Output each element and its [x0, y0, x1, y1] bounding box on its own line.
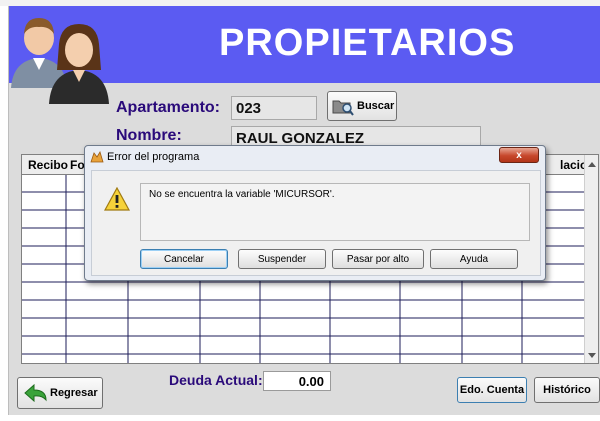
dialog-body: No se encuentra la variable 'MICURSOR'. … [91, 170, 541, 276]
column-header-fo: Fo [70, 158, 85, 172]
regresar-label: Regresar [50, 387, 98, 399]
buscar-label: Buscar [357, 100, 395, 112]
error-message: No se encuentra la variable 'MICURSOR'. [140, 183, 530, 241]
header-banner: PROPIETARIOS [9, 6, 600, 104]
ayuda-button[interactable]: Ayuda [430, 249, 518, 269]
page-title: PROPIETARIOS [219, 22, 516, 64]
back-arrow-icon [24, 384, 47, 402]
search-folder-icon [332, 100, 354, 116]
warning-icon [104, 187, 130, 211]
app-fox-icon [90, 151, 104, 163]
apartamento-field[interactable]: 023 [231, 96, 317, 120]
deuda-label: Deuda Actual: [169, 372, 263, 388]
column-header-recibo: Recibo [28, 158, 69, 172]
grid-vertical-scrollbar[interactable] [584, 155, 598, 363]
users-avatar-icon [9, 10, 109, 105]
cancelar-button[interactable]: Cancelar [140, 249, 228, 269]
pasar-por-alto-button[interactable]: Pasar por alto [332, 249, 424, 269]
error-dialog: Error del programa x No se encuentra la … [84, 145, 546, 281]
dialog-close-button[interactable]: x [499, 147, 539, 163]
nombre-label: Nombre: [116, 127, 182, 144]
deuda-value: 0.00 [263, 371, 331, 391]
historico-button[interactable]: Histórico [534, 377, 600, 403]
regresar-button[interactable]: Regresar [17, 377, 103, 409]
dialog-title: Error del programa [107, 151, 200, 163]
edo-cuenta-button[interactable]: Edo. Cuenta [457, 377, 527, 403]
buscar-button[interactable]: Buscar [327, 91, 397, 121]
apartamento-label: Apartamento: [116, 99, 221, 116]
suspender-button[interactable]: Suspender [238, 249, 326, 269]
